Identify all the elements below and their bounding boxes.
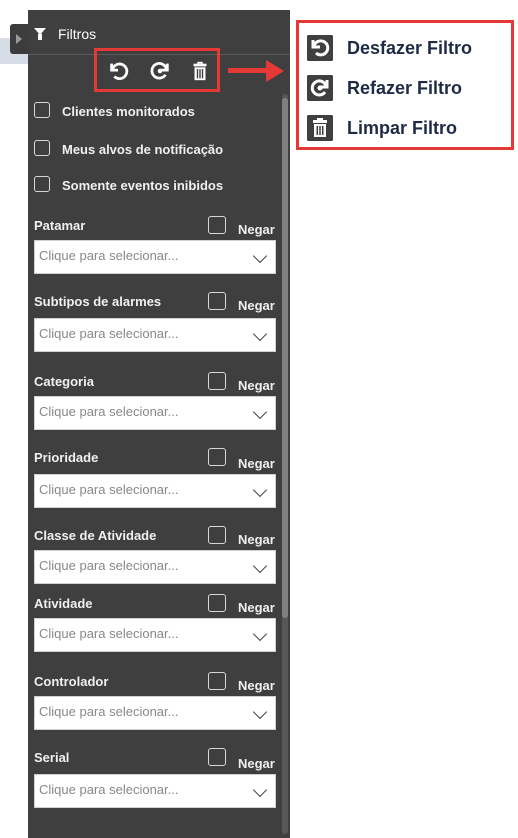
chevron-down-icon xyxy=(252,558,268,574)
filter-label-classe-atividade: Classe de Atividade xyxy=(34,528,157,543)
chevron-down-icon xyxy=(252,482,268,498)
checkbox-label: Somente eventos inibidos xyxy=(62,178,224,193)
scrollbar-thumb[interactable] xyxy=(282,98,288,618)
chevron-down-icon xyxy=(252,626,268,642)
select-placeholder: Clique para selecionar... xyxy=(39,558,179,573)
negar-label: Negar xyxy=(238,378,275,393)
select-patamar[interactable]: Clique para selecionar... xyxy=(34,240,276,274)
negar-label: Negar xyxy=(238,678,275,693)
chevron-down-icon xyxy=(252,782,268,798)
filter-funnel-icon-stem xyxy=(38,34,42,40)
scrollbar[interactable] xyxy=(282,94,288,834)
select-placeholder: Clique para selecionar... xyxy=(39,248,179,263)
negar-label: Negar xyxy=(238,298,275,313)
filter-label-categoria: Categoria xyxy=(34,374,94,389)
filter-toolbar xyxy=(94,48,220,92)
negar-checkbox[interactable] xyxy=(208,672,226,690)
annotation-arrow-head xyxy=(266,60,284,82)
negar-checkbox[interactable] xyxy=(208,526,226,544)
trash-icon xyxy=(307,115,333,141)
select-placeholder: Clique para selecionar... xyxy=(39,404,179,419)
annotation-arrow xyxy=(228,68,268,73)
negar-label: Negar xyxy=(238,532,275,547)
negar-checkbox[interactable] xyxy=(208,748,226,766)
select-placeholder: Clique para selecionar... xyxy=(39,482,179,497)
select-placeholder: Clique para selecionar... xyxy=(39,704,179,719)
legend-label: Refazer Filtro xyxy=(347,78,463,98)
select-prioridade[interactable]: Clique para selecionar... xyxy=(34,474,276,508)
select-controlador[interactable]: Clique para selecionar... xyxy=(34,696,276,730)
negar-checkbox[interactable] xyxy=(208,372,226,390)
select-serial[interactable]: Clique para selecionar... xyxy=(34,774,276,808)
negar-checkbox[interactable] xyxy=(208,216,226,234)
negar-checkbox[interactable] xyxy=(208,594,226,612)
filter-panel: Filtros Clientes monitorados Meus alvos xyxy=(28,10,290,838)
select-placeholder: Clique para selecionar... xyxy=(39,326,179,341)
checkbox-label: Clientes monitorados xyxy=(62,104,195,119)
negar-label: Negar xyxy=(238,222,275,237)
redo-icon xyxy=(307,75,333,101)
chevron-down-icon xyxy=(252,704,268,720)
filter-label-patamar: Patamar xyxy=(34,218,86,233)
filter-label-controlador: Controlador xyxy=(34,674,109,689)
legend-label: Limpar Filtro xyxy=(347,118,458,138)
filter-label-subtipos: Subtipos de alarmes xyxy=(34,294,162,309)
toolbar-legend: Desfazer Filtro Refazer Filtro Limpar Fi… xyxy=(296,20,514,150)
checkbox-box[interactable] xyxy=(34,140,50,156)
undo-icon[interactable] xyxy=(107,60,129,82)
chevron-down-icon xyxy=(252,248,268,264)
negar-checkbox[interactable] xyxy=(208,292,226,310)
checkbox-label: Meus alvos de notificação xyxy=(62,142,224,157)
negar-checkbox[interactable] xyxy=(208,448,226,466)
checkbox-box[interactable] xyxy=(34,102,50,118)
expand-arrow-icon xyxy=(16,34,22,44)
filter-label-atividade: Atividade xyxy=(34,596,93,611)
chevron-down-icon xyxy=(252,326,268,342)
redo-icon[interactable] xyxy=(149,60,171,82)
negar-label: Negar xyxy=(238,600,275,615)
negar-label: Negar xyxy=(238,756,275,771)
select-atividade[interactable]: Clique para selecionar... xyxy=(34,618,276,652)
select-categoria[interactable]: Clique para selecionar... xyxy=(34,396,276,430)
legend-label: Desfazer Filtro xyxy=(347,38,473,58)
filter-label-serial: Serial xyxy=(34,750,70,765)
select-placeholder: Clique para selecionar... xyxy=(39,782,179,797)
panel-title: Filtros xyxy=(58,26,97,42)
chevron-down-icon xyxy=(252,404,268,420)
select-subtipos[interactable]: Clique para selecionar... xyxy=(34,318,276,352)
select-placeholder: Clique para selecionar... xyxy=(39,626,179,641)
checkbox-box[interactable] xyxy=(34,176,50,192)
negar-label: Negar xyxy=(238,456,275,471)
select-classe-atividade[interactable]: Clique para selecionar... xyxy=(34,550,276,584)
filter-label-prioridade: Prioridade xyxy=(34,450,99,465)
trash-icon[interactable] xyxy=(189,60,211,82)
undo-icon xyxy=(307,35,333,61)
